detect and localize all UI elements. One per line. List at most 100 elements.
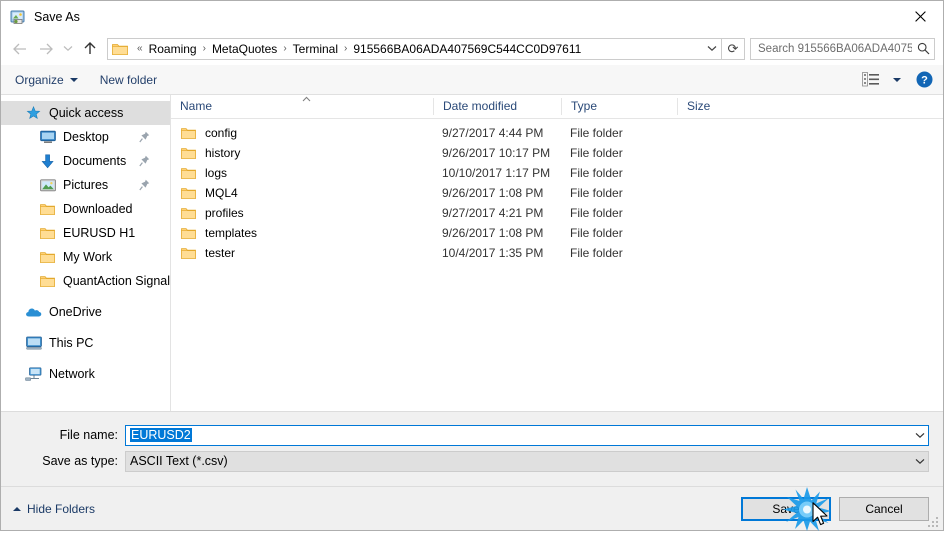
window-title: Save As [34,9,80,24]
breadcrumb-overflow[interactable]: « [133,43,147,54]
address-chevron-down-icon[interactable] [703,45,721,52]
content-area: Quick access Desktop Documents Pictures … [1,95,943,411]
computer-icon [25,335,42,351]
table-row[interactable]: MQL4 9/26/2017 1:08 PM File folder [171,183,943,203]
file-name-chevron-down-icon[interactable] [911,432,928,439]
table-row[interactable]: templates 9/26/2017 1:08 PM File folder [171,223,943,243]
file-name-input[interactable]: EURUSD2 [125,424,929,446]
pin-icon[interactable] [139,179,150,191]
search-icon[interactable] [912,42,934,55]
download-arrow-icon [39,153,56,169]
toolbar: Organize New folder ? [1,65,943,95]
sidebar-item-label: My Work [63,250,113,264]
file-type-cell: File folder [570,166,623,180]
navigation-sidebar: Quick access Desktop Documents Pictures … [1,95,171,411]
save-button[interactable]: Save [741,496,831,521]
column-headers: Name Date modified Type Size [171,95,943,119]
save-as-dialog: Save As « Roaming › MetaQuotes › Termina… [0,0,944,531]
dialog-footer: Hide Folders Save Cancel [1,486,943,530]
resize-grip-icon[interactable] [928,515,940,527]
arrow-right-icon[interactable] [33,36,59,62]
file-type-cell: File folder [570,186,623,200]
help-icon[interactable]: ? [916,71,933,88]
pin-icon[interactable] [139,131,150,143]
sidebar-item-my-work[interactable]: My Work [1,245,170,269]
sort-ascending-icon [302,91,311,102]
table-row[interactable]: config 9/27/2017 4:44 PM File folder [171,123,943,143]
sidebar-item-label: EURUSD H1 [63,226,136,240]
sidebar-item-this-pc[interactable]: This PC [1,331,170,355]
sidebar-item-onedrive[interactable]: OneDrive [1,300,170,324]
sidebar-item-quick-access[interactable]: Quick access [1,101,170,125]
search-placeholder: Search 915566BA06ADA40756... [758,42,912,55]
save-as-type-select[interactable]: ASCII Text (*.csv) [125,450,929,472]
column-header-size[interactable]: Size [677,98,757,115]
sidebar-item-label: Pictures [63,178,109,192]
file-name-label: tester [205,246,236,260]
file-name-label: MQL4 [205,186,238,200]
file-date-cell: 9/26/2017 1:08 PM [442,186,544,200]
folder-icon [181,167,196,180]
file-name-label: history [205,146,241,160]
file-date-cell: 9/27/2017 4:44 PM [442,126,544,140]
breadcrumb-item-terminal-id[interactable]: 915566BA06ADA407569C544CC0D97611 [351,42,583,56]
table-row[interactable]: profiles 9/27/2017 4:21 PM File folder [171,203,943,223]
search-input[interactable]: Search 915566BA06ADA40756... [750,37,935,60]
star-pin-icon [25,105,42,121]
breadcrumb-item-metaquotes[interactable]: MetaQuotes [210,42,279,56]
folder-icon [181,187,196,200]
cancel-button[interactable]: Cancel [839,496,929,521]
folder-icon [39,249,56,265]
file-name-label: profiles [205,206,244,220]
sidebar-item-downloaded[interactable]: Downloaded [1,197,170,221]
view-chevron-down-icon[interactable] [893,77,901,82]
table-row[interactable]: history 9/26/2017 10:17 PM File folder [171,143,943,163]
table-row[interactable]: logs 10/10/2017 1:17 PM File folder [171,163,943,183]
recent-locations-chevron-down-icon[interactable] [59,36,77,62]
arrow-up-icon[interactable] [77,36,103,62]
pin-icon[interactable] [139,155,150,167]
sidebar-item-network[interactable]: Network [1,362,170,386]
monitor-icon [39,129,56,145]
column-header-date-modified[interactable]: Date modified [433,98,561,115]
organize-button[interactable]: Organize [15,73,78,87]
file-rows: config 9/27/2017 4:44 PM File folder his… [171,119,943,411]
refresh-icon[interactable]: ⟳ [721,38,744,59]
breadcrumb-item-terminal[interactable]: Terminal [291,42,340,56]
table-row[interactable]: tester 10/4/2017 1:35 PM File folder [171,243,943,263]
breadcrumb-separator: › [202,43,206,54]
file-type-cell: File folder [570,226,623,240]
address-bar[interactable]: « Roaming › MetaQuotes › Terminal › 9155… [107,37,745,60]
view-layout-icon[interactable] [862,72,880,87]
new-folder-button[interactable]: New folder [100,73,157,87]
sidebar-item-eurusd-h1[interactable]: EURUSD H1 [1,221,170,245]
cloud-icon [25,304,42,320]
sidebar-item-quantaction-signal[interactable]: QuantAction Signal [1,269,170,293]
chevron-down-icon [69,77,78,82]
file-name-value-wrap: EURUSD2 [126,428,911,442]
svg-text:?: ? [921,75,928,87]
column-header-type[interactable]: Type [561,98,677,115]
save-as-type-chevron-down-icon[interactable] [911,458,928,465]
breadcrumb: « Roaming › MetaQuotes › Terminal › 9155… [133,42,703,56]
save-form: File name: EURUSD2 Save as type: ASCII T… [1,411,943,486]
close-icon[interactable] [897,1,943,31]
file-type-cell: File folder [570,206,623,220]
network-icon [25,366,42,382]
sidebar-item-label: Documents [63,154,127,168]
file-name-label: logs [205,166,228,180]
file-name-value: EURUSD2 [130,428,192,442]
file-name-cell: config [171,126,433,140]
sidebar-item-desktop[interactable]: Desktop [1,125,170,149]
sidebar-item-documents[interactable]: Documents [1,149,170,173]
arrow-left-icon[interactable] [7,36,33,62]
folder-icon [181,147,196,160]
sidebar-item-pictures[interactable]: Pictures [1,173,170,197]
hide-folders-button[interactable]: Hide Folders [13,502,95,516]
save-as-type-value: ASCII Text (*.csv) [130,454,228,468]
title-bar: Save As [1,1,943,32]
sidebar-item-label: Desktop [63,130,109,144]
breadcrumb-item-roaming[interactable]: Roaming [147,42,199,56]
save-as-type-label: Save as type: [42,454,118,468]
picture-save-icon [10,9,26,25]
